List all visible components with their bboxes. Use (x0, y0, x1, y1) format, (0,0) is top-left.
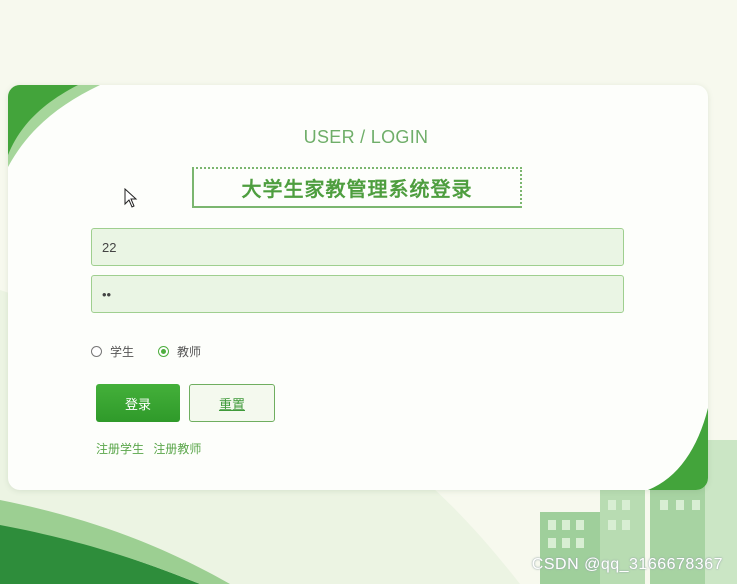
role-label-student: 学生 (110, 345, 135, 359)
login-button[interactable]: 登录 (96, 384, 180, 422)
login-subtitle: USER / LOGIN (303, 127, 429, 147)
page-title: 大学生家教管理系统登录 (192, 167, 522, 208)
register-student-link[interactable]: 注册学生 (96, 442, 144, 456)
register-teacher-link[interactable]: 注册教师 (153, 442, 201, 456)
radio-unchecked-icon (91, 346, 102, 357)
role-label-teacher: 教师 (177, 345, 202, 359)
mouse-pointer-icon (124, 188, 138, 208)
watermark: CSDN @qq_3166678367 (531, 556, 723, 573)
role-radio-student[interactable]: 学生 (91, 343, 134, 360)
card-corner-decoration-top-left (8, 85, 100, 167)
login-card: USER / LOGIN 大学生家教管理系统登录 学生 教师 登录 重置 注册学… (8, 85, 708, 490)
role-radio-teacher[interactable]: 教师 (158, 343, 201, 360)
reset-button[interactable]: 重置 (189, 384, 275, 422)
role-radio-group: 学生 教师 (91, 343, 225, 360)
radio-checked-icon (158, 346, 170, 357)
register-links: 注册学生 注册教师 (96, 440, 207, 457)
card-corner-decoration-bottom-right (648, 408, 708, 490)
password-input[interactable] (91, 275, 624, 313)
username-input[interactable] (91, 228, 624, 266)
